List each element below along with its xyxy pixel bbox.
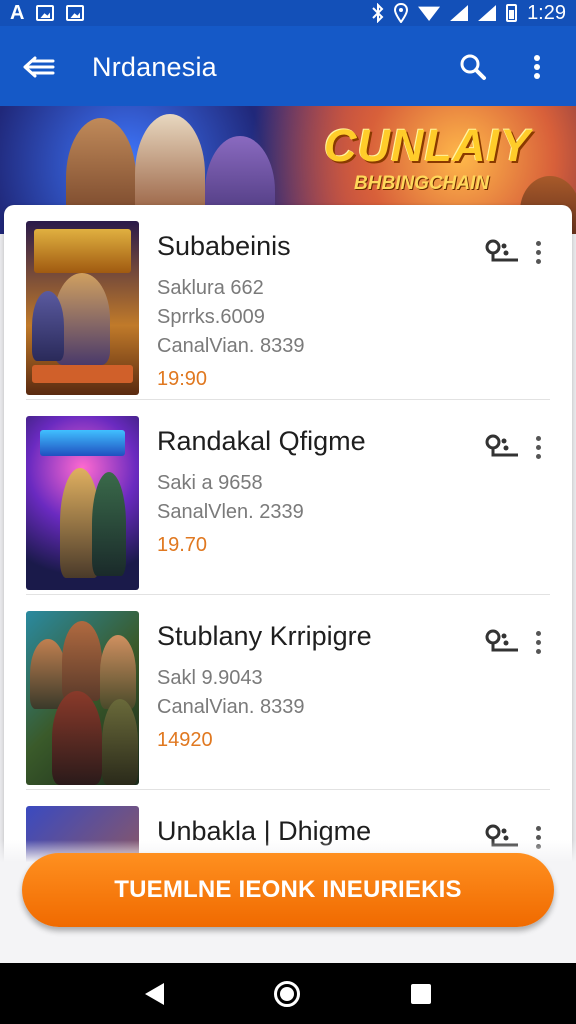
game-price: 19.70	[157, 534, 208, 556]
app-bar: Nrdanesia	[0, 26, 576, 108]
game-price: 14920	[157, 729, 213, 751]
nav-back-icon[interactable]	[145, 982, 165, 1005]
signal-icon	[450, 5, 469, 21]
list-item[interactable]: Randakal Qfigme Saki a 9658 SanalVlen. 2…	[4, 400, 572, 595]
list-item[interactable]: Stublany Krripigre Sakl 9.9043 CanalVian…	[4, 595, 572, 790]
nav-home-icon[interactable]	[274, 980, 301, 1007]
game-detail: CanalVian. 8339	[157, 696, 305, 718]
system-nav-bar	[0, 963, 576, 1024]
clock: 1:29	[527, 1, 566, 24]
share-icon[interactable]	[484, 433, 520, 461]
more-vert-icon[interactable]	[534, 630, 542, 654]
font-icon: A	[10, 1, 25, 24]
share-icon[interactable]	[484, 238, 520, 266]
nav-recents-icon[interactable]	[410, 983, 431, 1004]
status-bar: A 1:29	[0, 0, 576, 26]
bluetooth-icon	[372, 3, 384, 23]
game-thumbnail	[26, 221, 139, 395]
game-detail: Sakl 9.9043	[157, 667, 263, 689]
banner-title: CUNLAIY	[324, 120, 531, 171]
image-icon	[36, 5, 55, 21]
game-detail: SanalVlen. 2339	[157, 501, 304, 523]
list-item[interactable]: Subabeinis Saklura 662 Sprrks.6009 Canal…	[4, 205, 572, 400]
signal-icon	[478, 5, 497, 21]
game-thumbnail	[26, 416, 139, 590]
more-vert-icon[interactable]	[520, 50, 554, 84]
wifi-icon	[418, 6, 441, 21]
banner-subtitle: BHBINGCHAIN	[354, 173, 490, 194]
primary-action-button[interactable]: TUEMLNE IEONK INEURIEKIS	[22, 853, 554, 927]
page-title: Nrdanesia	[92, 51, 217, 82]
cast-icon	[66, 5, 85, 21]
more-vert-icon[interactable]	[534, 435, 542, 459]
back-icon[interactable]	[22, 50, 56, 84]
search-icon[interactable]	[456, 50, 490, 84]
share-icon[interactable]	[484, 628, 520, 656]
game-detail: Sprrks.6009	[157, 306, 265, 328]
game-detail: CanalVian. 8339	[157, 335, 305, 357]
battery-icon	[506, 4, 518, 22]
location-icon	[394, 3, 409, 23]
game-price: 19:90	[157, 368, 208, 390]
game-list: Subabeinis Saklura 662 Sprrks.6009 Canal…	[4, 205, 572, 885]
game-detail: Saki a 9658	[157, 472, 263, 494]
game-detail: Saklura 662	[157, 277, 264, 299]
game-thumbnail	[26, 611, 139, 785]
more-vert-icon[interactable]	[534, 240, 542, 264]
